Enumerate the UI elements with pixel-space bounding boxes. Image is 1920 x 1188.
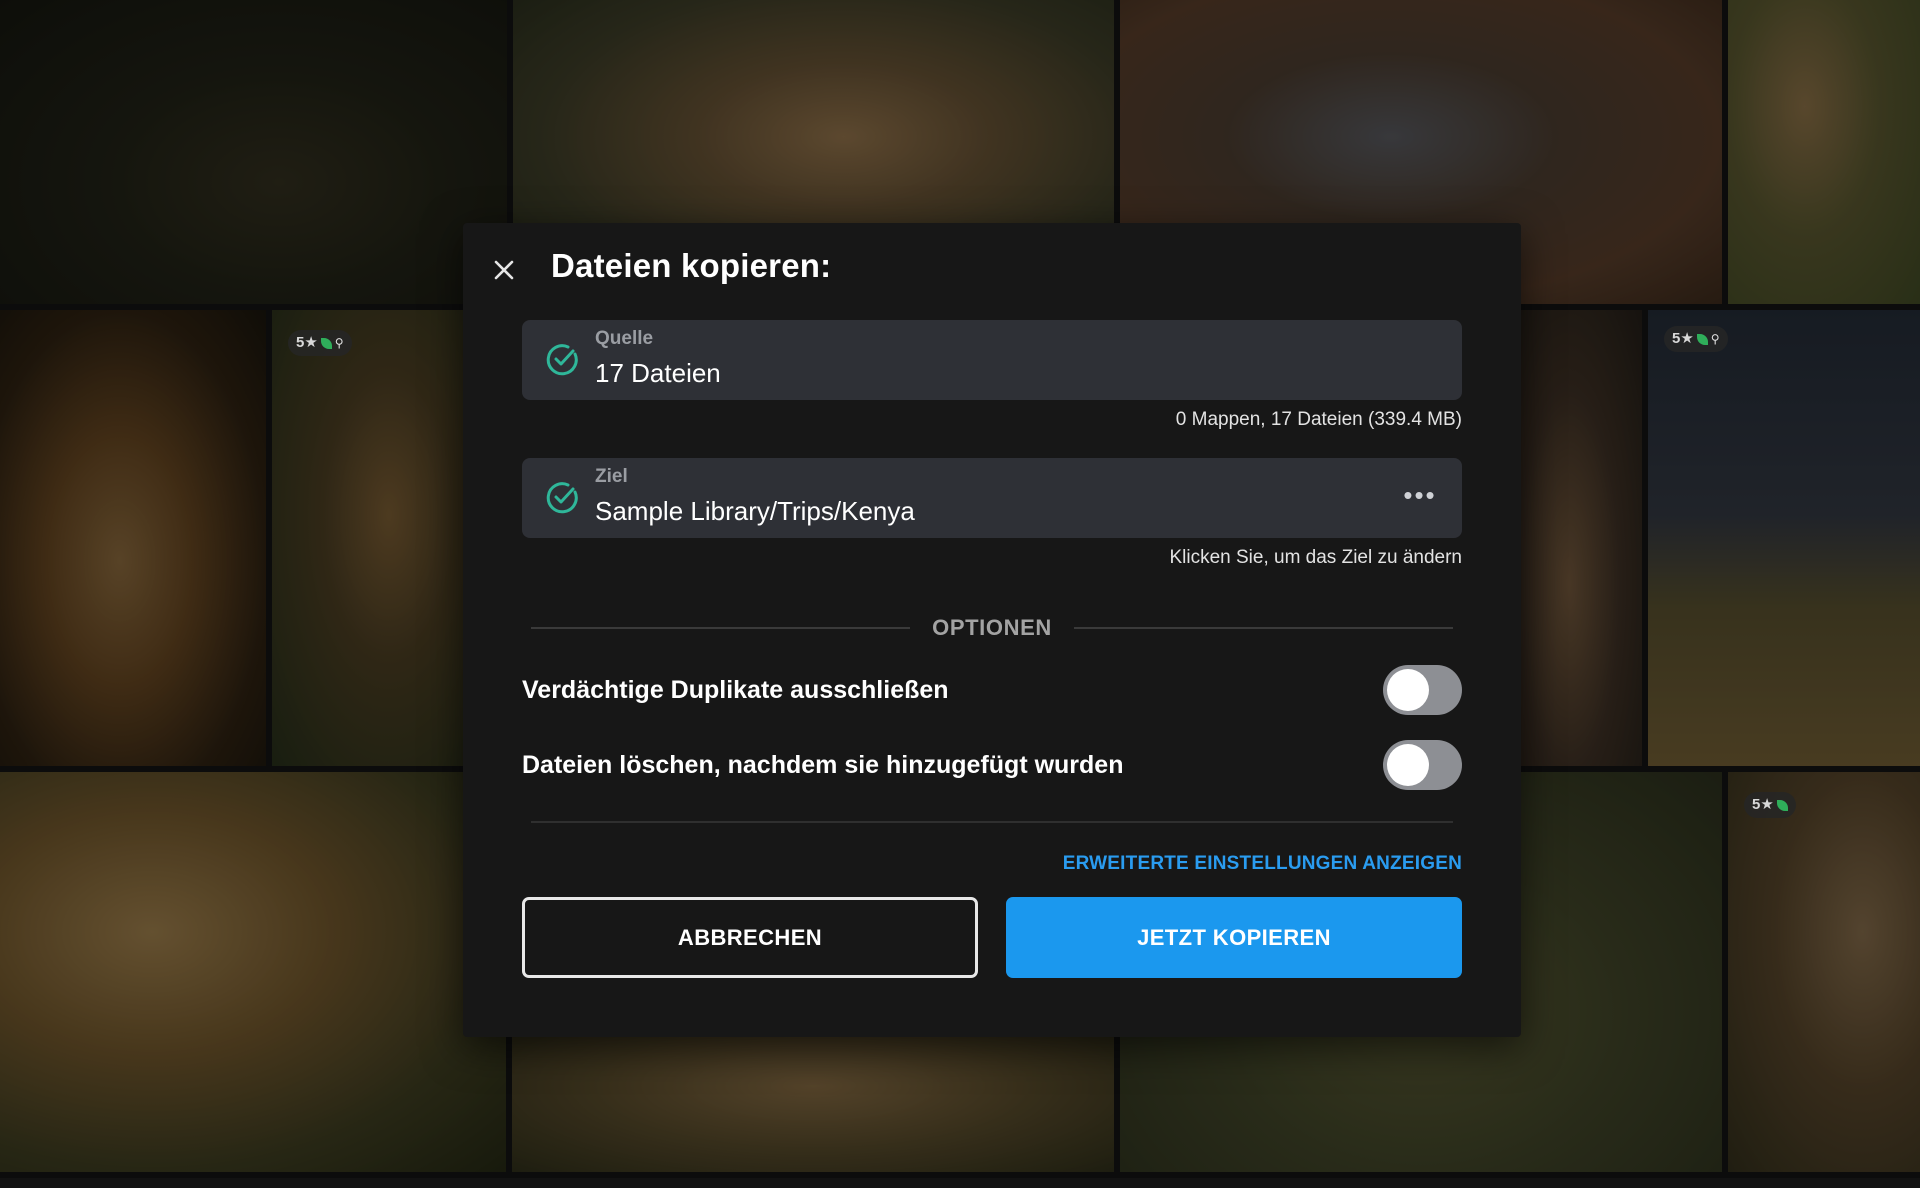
rating-text: 5★ [296, 334, 318, 351]
rating-text: 5★ [1752, 796, 1774, 813]
photo-thumbnail[interactable] [1728, 0, 1920, 304]
target-value: Sample Library/Trips/Kenya [595, 496, 915, 526]
photo-thumbnail[interactable]: 5★ ⚲ [272, 310, 467, 766]
close-icon[interactable] [487, 253, 521, 287]
source-value: 17 Dateien [595, 358, 721, 388]
rating-badge: 5★ ⚲ [1664, 326, 1728, 352]
check-circle-icon [546, 482, 578, 514]
photo-thumbnail[interactable] [0, 0, 507, 304]
source-field[interactable]: Quelle 17 Dateien [522, 320, 1462, 400]
divider-line [531, 821, 1453, 823]
toggle-knob [1387, 669, 1429, 711]
divider-line [531, 627, 911, 629]
options-divider: OPTIONEN [531, 613, 1454, 643]
advanced-settings-link[interactable]: ERWEITERTE EINSTELLUNGEN ANZEIGEN [1063, 853, 1462, 875]
photo-thumbnail[interactable] [1520, 310, 1642, 766]
option-label: Dateien löschen, nachdem sie hinzugefügt… [522, 750, 1124, 779]
option-label: Verdächtige Duplikate ausschließen [522, 675, 949, 704]
exclude-duplicates-toggle[interactable] [1383, 665, 1462, 715]
copy-now-button[interactable]: JETZT KOPIEREN [1006, 897, 1462, 978]
location-pin-icon: ⚲ [334, 336, 344, 350]
cancel-button[interactable]: ABBRECHEN [522, 897, 978, 978]
leaf-icon [320, 337, 332, 349]
target-hint: Klicken Sie, um das Ziel zu ändern [1169, 547, 1462, 568]
leaf-icon [1776, 799, 1788, 811]
dialog-title: Dateien kopieren: [551, 247, 832, 284]
source-caption: Quelle [595, 328, 654, 349]
target-field[interactable]: Ziel Sample Library/Trips/Kenya ••• [522, 458, 1462, 538]
photo-thumbnail[interactable]: 5★ [1728, 772, 1920, 1172]
more-options-icon[interactable]: ••• [1400, 480, 1440, 516]
option-delete-after-add: Dateien löschen, nachdem sie hinzugefügt… [522, 740, 1462, 790]
rating-badge: 5★ [1744, 792, 1796, 818]
option-exclude-duplicates: Verdächtige Duplikate ausschließen [522, 665, 1462, 715]
leaf-icon [1696, 333, 1708, 345]
target-caption: Ziel [595, 466, 628, 487]
divider-line [1073, 627, 1454, 629]
rating-badge: 5★ ⚲ [288, 330, 352, 356]
location-pin-icon: ⚲ [1710, 332, 1720, 346]
toggle-knob [1387, 744, 1429, 786]
grid-bottom-strip [0, 1178, 1920, 1188]
options-heading: OPTIONEN [932, 615, 1052, 640]
app-stage: 5★ ⚲ 5★ ⚲ 5★ Dateien kopieren: Quelle 17… [0, 0, 1920, 1188]
delete-after-add-toggle[interactable] [1383, 740, 1462, 790]
close-icon-glyph [494, 260, 514, 280]
rating-text: 5★ [1672, 330, 1694, 347]
photo-thumbnail[interactable] [0, 310, 266, 766]
check-circle-icon [546, 344, 578, 376]
photo-thumbnail[interactable] [0, 772, 506, 1172]
source-summary: 0 Mappen, 17 Dateien (339.4 MB) [1175, 409, 1462, 430]
photo-thumbnail[interactable]: 5★ ⚲ [1648, 310, 1920, 766]
copy-files-dialog: Dateien kopieren: Quelle 17 Dateien 0 Ma… [463, 223, 1521, 1037]
